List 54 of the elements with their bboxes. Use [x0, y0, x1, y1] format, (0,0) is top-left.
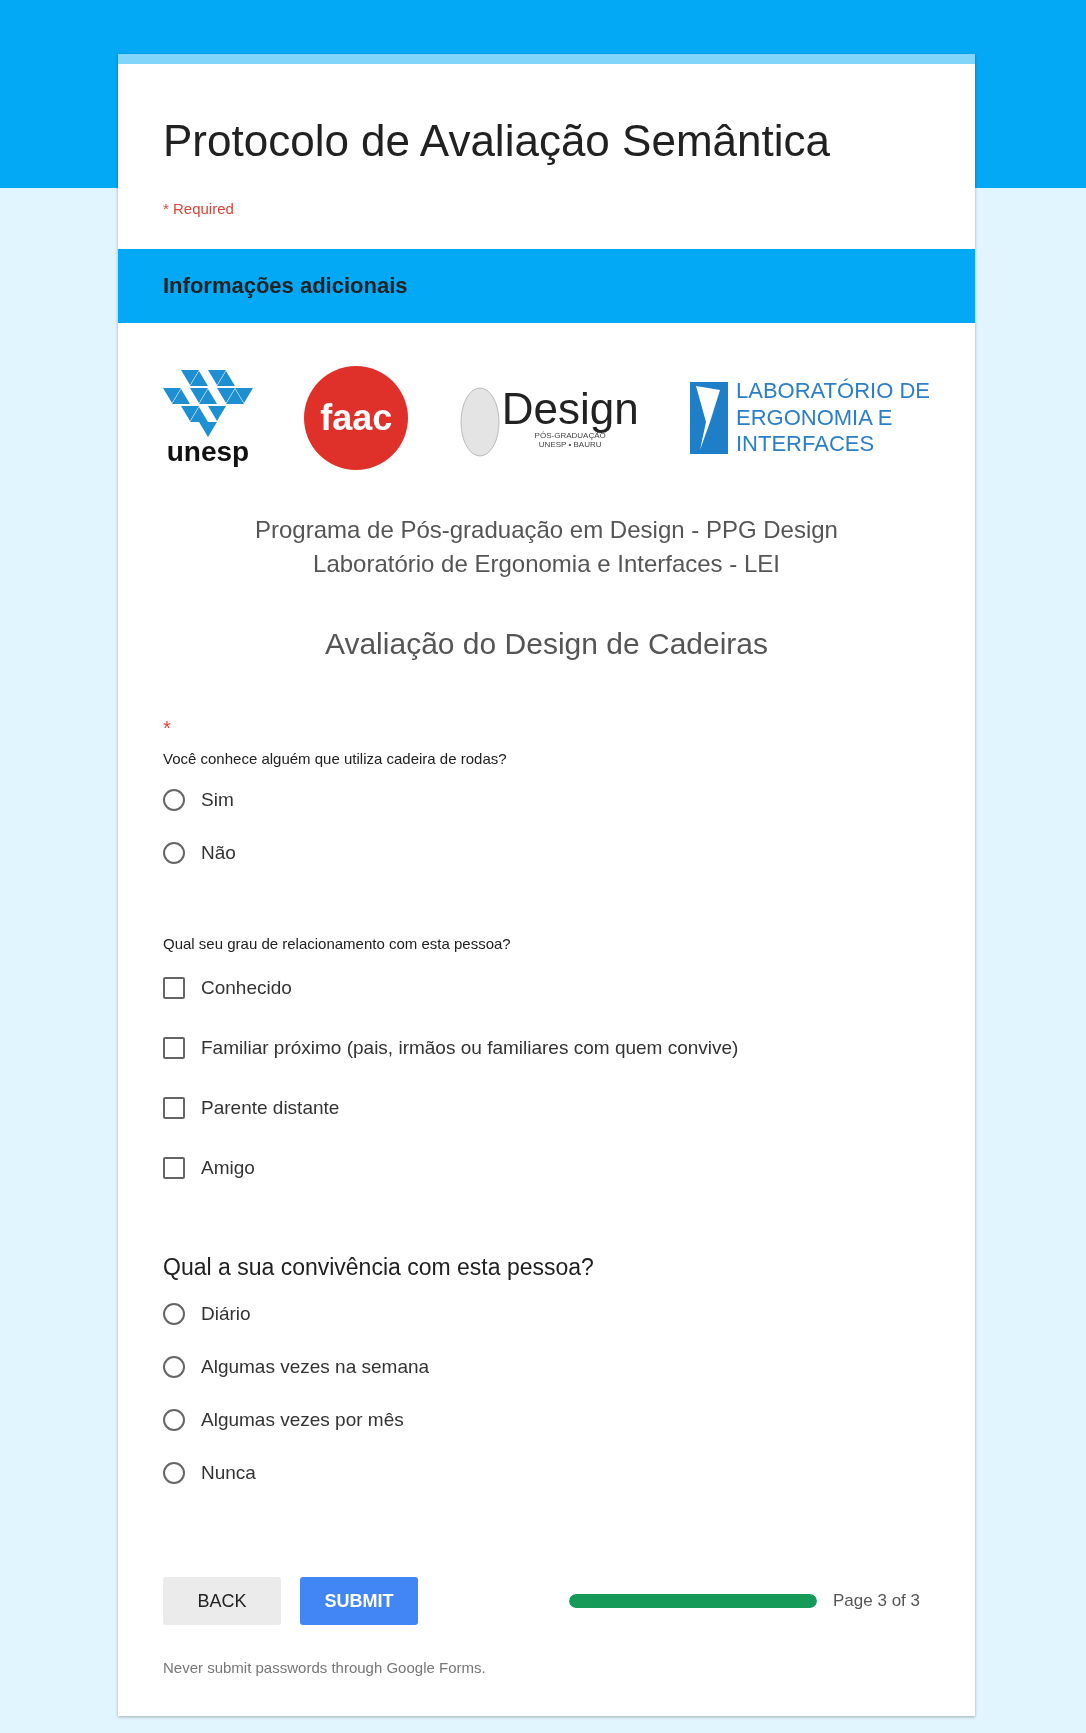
radio-button[interactable]	[163, 1408, 185, 1431]
required-note: * Required	[163, 200, 235, 217]
footer-note: Never submit passwords through Google Forms.	[163, 1659, 487, 1677]
submit-button[interactable]: SUBMIT	[300, 1577, 418, 1626]
radio-button[interactable]	[163, 841, 185, 864]
option-label: Sim	[201, 788, 234, 811]
radio-option[interactable]: Sim	[163, 773, 930, 827]
radio-option[interactable]: Algumas vezes na semana	[163, 1340, 930, 1394]
checkbox[interactable]	[163, 1037, 185, 1060]
radio-option[interactable]: Não	[163, 826, 930, 880]
triangles-logo-icon	[163, 370, 253, 438]
program-text: Laboratório de Ergonomia e Interfaces - LEI	[312, 548, 781, 579]
image-subtitle: Avaliação do Design de Cadeiras	[323, 627, 770, 662]
back-button[interactable]: BACK	[163, 1577, 281, 1626]
question-text: Qual seu grau de relacionamento com esta pessoa?	[163, 935, 512, 953]
checkbox-option[interactable]: Conhecido	[163, 958, 930, 1019]
option-label: Amigo	[201, 1157, 255, 1180]
program-text: Programa de Pós-graduação em Design - PPG Design	[254, 515, 839, 545]
logo-subtext: PÓS-GRADUAÇÃO	[534, 431, 606, 440]
option-label: Parente distante	[201, 1097, 340, 1120]
section-title: Informações adicionais	[163, 273, 408, 299]
question-text: Qual a sua convivência com esta pessoa?	[163, 1254, 595, 1282]
logo-text: Design	[501, 387, 639, 431]
radio-option[interactable]: Algumas vezes por mês	[163, 1393, 930, 1447]
checkbox-option[interactable]: Parente distante	[163, 1078, 930, 1139]
logo-text: INTERFACES	[736, 431, 876, 458]
option-label: Não	[201, 841, 236, 864]
logo-text: unesp	[166, 438, 250, 466]
option-label: Conhecido	[201, 977, 292, 1000]
logo-text: LABORATÓRIO DE	[736, 378, 930, 405]
form-title: Protocolo de Avaliação Semântica	[163, 116, 831, 166]
question-text: Você conhece alguém que utiliza cadeira de rodas?	[163, 750, 508, 768]
checkbox[interactable]	[163, 1097, 185, 1120]
radio-button[interactable]	[163, 1302, 185, 1325]
radio-button[interactable]	[163, 788, 185, 811]
option-label: Nunca	[201, 1461, 256, 1484]
radio-option[interactable]: Diário	[163, 1287, 930, 1341]
figure-logo-icon	[690, 382, 728, 454]
radio-option[interactable]: Nunca	[163, 1446, 930, 1500]
option-label: Algumas vezes na semana	[201, 1355, 430, 1378]
page-indicator: Page 3 of 3	[833, 1591, 920, 1612]
option-label: Diário	[201, 1302, 251, 1325]
logo-subtext: UNESP • BAURU	[538, 440, 602, 449]
option-label: Algumas vezes por mês	[201, 1408, 404, 1431]
faac-logo: faac	[304, 366, 409, 470]
required-mark: *	[163, 717, 172, 741]
checkbox[interactable]	[163, 1157, 185, 1180]
logo-text: ERGONOMIA E	[736, 404, 894, 432]
radio-button[interactable]	[163, 1355, 185, 1378]
option-label: Familiar próximo (pais, irmãos ou familiares com quem convive)	[201, 1037, 739, 1060]
checkbox[interactable]	[163, 977, 185, 1000]
radio-button[interactable]	[163, 1461, 185, 1484]
checkbox-option[interactable]: Amigo	[163, 1138, 930, 1199]
checkbox-option[interactable]: Familiar próximo (pais, irmãos ou familiares com quem convive)	[163, 1018, 930, 1079]
